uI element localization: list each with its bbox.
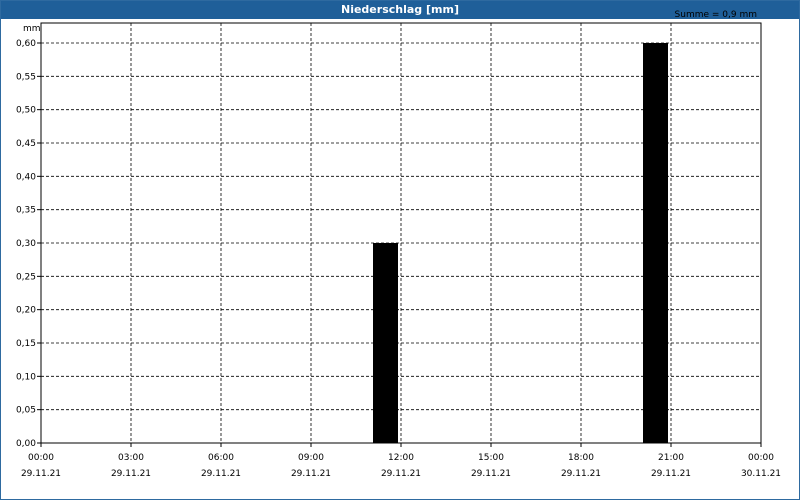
precipitation-chart: 0,00 0,05 0,10 0,15 0,20 0,25 0,30 0,35 0,40 0,45…: [16, 10, 781, 479]
y-tick-label: 0,35: [16, 206, 36, 216]
x-tick-time-label: 15:00: [478, 453, 504, 463]
x-tick-date-label: 29.11.21: [561, 469, 601, 479]
y-tick-label: 0,55: [16, 72, 36, 82]
y-tick-label: 0,30: [16, 239, 36, 249]
chart-window: Niederschlag [mm] 0,00 0,05 0,10 0,15 0,20 0,…: [0, 0, 800, 500]
x-tick-time-label: 12:00: [388, 453, 414, 463]
y-tick-label: 0,50: [16, 106, 36, 116]
x-tick-date-label: 29.11.21: [651, 469, 691, 479]
y-tick-label: 0,25: [16, 272, 36, 282]
precipitation-bar: [643, 43, 668, 443]
x-tick-time-label: 18:00: [568, 453, 594, 463]
x-tick-time-label: 03:00: [118, 453, 144, 463]
x-tick-date-label: 29.11.21: [381, 469, 421, 479]
y-tick-label: 0,10: [16, 372, 36, 382]
x-tick-time-label: 00:00: [28, 453, 54, 463]
y-tick-label: 0,05: [16, 406, 36, 416]
x-tick-date-label: 29.11.21: [471, 469, 511, 479]
x-tick-date-label: 29.11.21: [201, 469, 241, 479]
y-tick-label: 0,00: [16, 439, 36, 449]
x-tick-date-label: 30.11.21: [741, 469, 781, 479]
y-tick-label: 0,45: [16, 139, 36, 149]
y-tick-label: 0,15: [16, 339, 36, 349]
x-tick-time-label: 00:00: [748, 453, 774, 463]
precipitation-bar: [373, 243, 398, 443]
x-tick-date-label: 29.11.21: [21, 469, 61, 479]
y-tick-label: 0,60: [16, 39, 36, 49]
x-tick-time-label: 09:00: [298, 453, 324, 463]
y-axis-unit-label: mm: [23, 24, 41, 34]
y-tick-label: 0,20: [16, 306, 36, 316]
sum-annotation: Summe = 0,9 mm: [675, 10, 757, 20]
y-tick-label: 0,40: [16, 172, 36, 182]
x-tick-time-label: 21:00: [658, 453, 684, 463]
x-tick-time-label: 06:00: [208, 453, 234, 463]
x-tick-date-label: 29.11.21: [291, 469, 331, 479]
x-tick-date-label: 29.11.21: [111, 469, 151, 479]
